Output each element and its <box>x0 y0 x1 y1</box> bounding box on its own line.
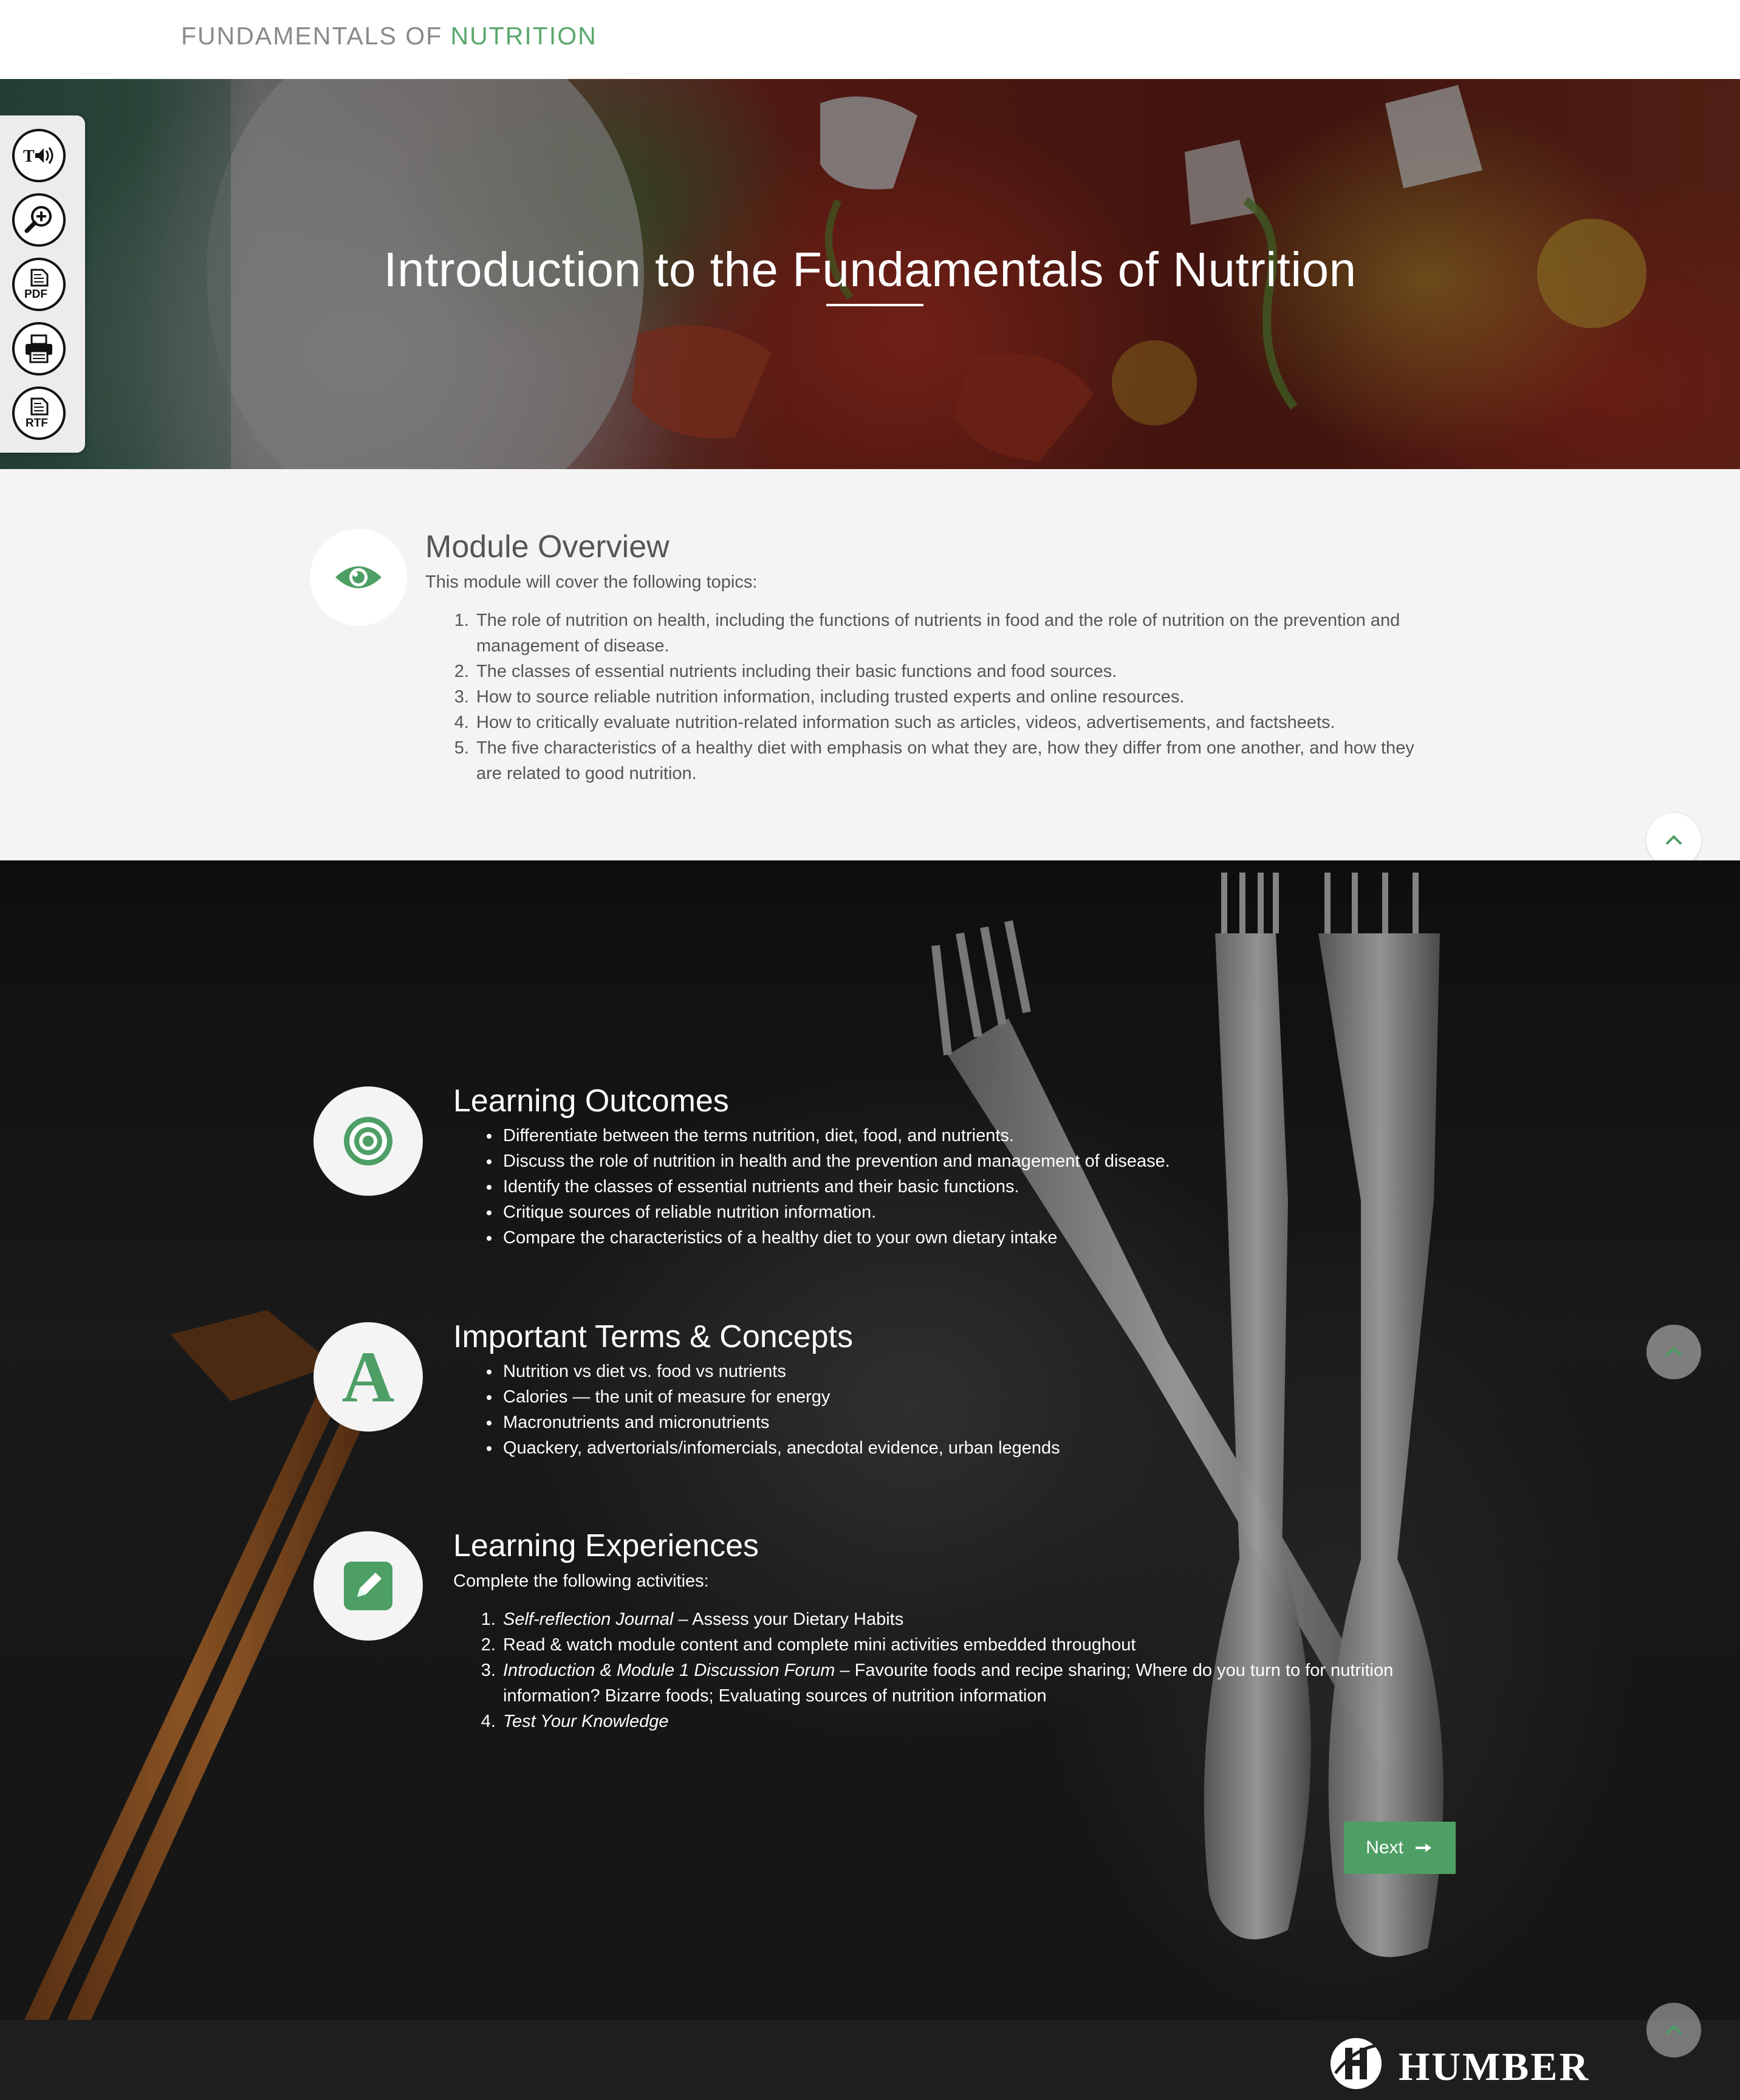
experiences-intro: Complete the following activities: <box>453 1571 709 1591</box>
svg-text:T: T <box>23 147 35 166</box>
pencil-icon <box>344 1562 392 1610</box>
rtf-button[interactable]: RTF <box>12 386 66 440</box>
list-item: Macronutrients and micronutrients <box>501 1410 1351 1435</box>
activity-name[interactable]: Introduction & Module 1 Discussion Forum <box>503 1661 835 1680</box>
overview-icon-circle <box>310 529 407 626</box>
pdf-label: PDF <box>24 288 47 301</box>
eye-icon <box>335 566 382 588</box>
next-button-label: Next <box>1366 1837 1403 1858</box>
terms-title: Important Terms & Concepts <box>453 1319 853 1354</box>
printer-icon <box>26 334 52 363</box>
list-item: Introduction & Module 1 Discussion Forum… <box>501 1658 1461 1709</box>
list-item: Identify the classes of essential nutrie… <box>501 1174 1351 1199</box>
experiences-icon-circle <box>313 1531 423 1641</box>
scroll-to-top-button[interactable] <box>1646 813 1701 868</box>
chevron-up-icon <box>1665 1347 1682 1357</box>
footer: HUMBER <box>0 2003 1740 2100</box>
text-to-speech-button[interactable]: T <box>12 129 66 182</box>
letter-a-icon: A <box>341 1336 395 1417</box>
target-icon <box>344 1117 392 1165</box>
print-button[interactable] <box>12 322 66 376</box>
list-item: Test Your Knowledge <box>501 1709 1461 1734</box>
site-title-prefix: FUNDAMENTALS OF <box>181 22 451 50</box>
list-item: How to source reliable nutrition informa… <box>474 684 1434 710</box>
list-item: The five characteristics of a healthy di… <box>474 735 1434 786</box>
terms-icon-circle: A <box>313 1322 423 1432</box>
list-item: Nutrition vs diet vs. food vs nutrients <box>501 1359 1351 1384</box>
next-button[interactable]: Next <box>1344 1822 1456 1874</box>
terms-list: Nutrition vs diet vs. food vs nutrients … <box>478 1359 1351 1461</box>
arrow-right-icon <box>1415 1844 1431 1852</box>
activity-detail: – Assess your Dietary Habits <box>673 1610 904 1629</box>
list-item: The classes of essential nutrients inclu… <box>474 659 1434 684</box>
humber-logo-icon <box>1331 2038 1382 2089</box>
chevron-up-icon <box>1665 2025 1682 2035</box>
list-item: Compare the characteristics of a healthy… <box>501 1225 1351 1251</box>
overview-title: Module Overview <box>425 529 670 564</box>
title-underline <box>826 304 923 306</box>
activity-detail: Read & watch module content and complete… <box>503 1635 1136 1655</box>
pdf-button[interactable]: PDF <box>12 258 66 311</box>
scroll-to-top-button[interactable] <box>1646 2003 1701 2057</box>
zoom-button[interactable] <box>12 193 66 247</box>
list-item: Discuss the role of nutrition in health … <box>501 1148 1351 1174</box>
list-item: How to critically evaluate nutrition-rel… <box>474 710 1434 735</box>
list-item: Critique sources of reliable nutrition i… <box>501 1199 1351 1225</box>
outcomes-icon-circle <box>313 1086 423 1196</box>
activity-name[interactable]: Test Your Knowledge <box>503 1712 668 1731</box>
top-bar: FUNDAMENTALS OF NUTRITION <box>0 0 1740 79</box>
list-item: Differentiate between the terms nutritio… <box>501 1123 1351 1148</box>
scroll-to-top-button[interactable] <box>1646 1325 1701 1379</box>
list-item: Calories — the unit of measure for energ… <box>501 1384 1351 1410</box>
site-title[interactable]: FUNDAMENTALS OF NUTRITION <box>181 22 597 50</box>
text-to-speech-icon: T <box>23 147 53 166</box>
list-item: Read & watch module content and complete… <box>501 1632 1461 1658</box>
list-item: Quackery, advertorials/infomercials, ane… <box>501 1435 1351 1461</box>
zoom-in-icon <box>24 206 52 233</box>
site-title-accent: NUTRITION <box>450 22 597 50</box>
overview-topic-list: The role of nutrition on health, includi… <box>451 608 1434 786</box>
rtf-label: RTF <box>26 417 48 430</box>
overview-intro: This module will cover the following top… <box>425 572 758 592</box>
outcomes-title: Learning Outcomes <box>453 1083 729 1119</box>
accessibility-toolbar: T PDF RTF <box>0 115 85 453</box>
list-item: The role of nutrition on health, includi… <box>474 608 1434 659</box>
module-details-section: Learning Outcomes Differentiate between … <box>0 860 1740 2020</box>
module-overview-section: Module Overview This module will cover t… <box>0 469 1740 868</box>
list-item: Self-reflection Journal – Assess your Di… <box>501 1607 1461 1632</box>
experiences-list: Self-reflection Journal – Assess your Di… <box>478 1607 1461 1734</box>
experiences-title: Learning Experiences <box>453 1528 759 1563</box>
activity-name[interactable]: Self-reflection Journal <box>503 1610 673 1629</box>
outcomes-list: Differentiate between the terms nutritio… <box>478 1123 1351 1251</box>
chevron-up-icon <box>1665 835 1682 845</box>
rtf-icon: RTF <box>26 397 49 430</box>
hero-banner: Introduction to the Fundamentals of Nutr… <box>0 79 1740 469</box>
page-title: Introduction to the Fundamentals of Nutr… <box>383 242 1357 297</box>
humber-logo-text[interactable]: HUMBER <box>1399 2044 1590 2090</box>
pdf-icon: PDF <box>24 269 49 301</box>
